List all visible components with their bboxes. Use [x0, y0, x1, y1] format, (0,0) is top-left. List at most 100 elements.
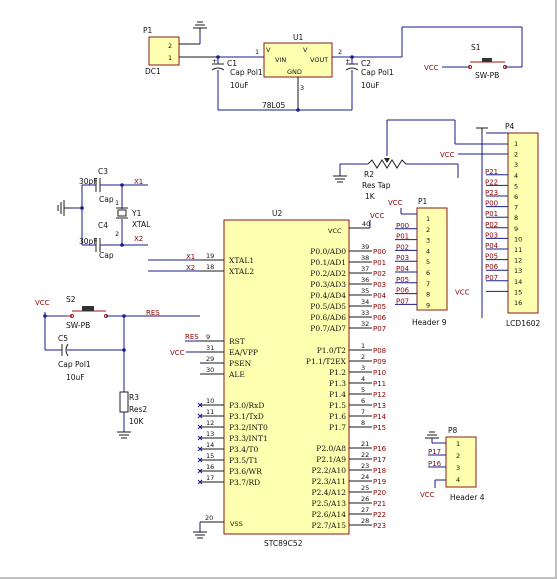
- p1-header-net: P03: [396, 254, 409, 262]
- p1-header-designator: P1: [418, 197, 428, 206]
- u2-vcc-label: VCC: [328, 227, 342, 235]
- y1-comment: XTAL: [132, 220, 151, 229]
- u2-left-net-label: X2: [186, 264, 195, 272]
- crystal-circuit: C3 30pF Cap C4 30pF Cap Y1 XTAL 1 2 X1 X…: [64, 167, 151, 260]
- u2-right-net-label: P23: [373, 522, 386, 530]
- y1-designator: Y1: [131, 209, 142, 218]
- p8-pin-number: 2: [456, 452, 460, 460]
- p4-pin-number: 9: [514, 225, 518, 233]
- u2-right-pin-number: 1: [361, 342, 365, 350]
- p4-pin-number: 5: [514, 182, 518, 190]
- u2-right-pin-number: 5: [361, 386, 365, 394]
- p8-net: P17: [428, 448, 441, 456]
- p1-header-pin-number: 2: [426, 226, 430, 234]
- p1-header-pin-number: 1: [426, 215, 430, 223]
- p1-header-pin-number: 7: [426, 280, 430, 288]
- p4-pin-number: 12: [514, 257, 522, 265]
- u2-left-pin-number: 14: [206, 441, 214, 449]
- u2-right-pin-name: P2.0/A8: [316, 444, 346, 453]
- p4-net: P00: [485, 200, 498, 208]
- u2-vss-label: VSS: [230, 520, 243, 528]
- c2-capacitor: + C2 Cap Pol1 10uF: [345, 57, 394, 110]
- u2-right-pin-number: 36: [361, 276, 369, 284]
- p4-pin-number: 2: [514, 151, 518, 159]
- ground-icon: [193, 21, 207, 34]
- p1-header-net: P04: [396, 265, 410, 273]
- p1-header-pin-number: 9: [426, 301, 430, 309]
- p4-pin-number: 16: [514, 299, 522, 307]
- u2-right-pin-number: 22: [361, 451, 369, 459]
- p8-header4: P8 Header 4 VCC 1 2 P17 3 P16 4: [420, 426, 485, 502]
- u2-left-pin-number: 30: [206, 366, 214, 374]
- p1-power-comment: DC1: [145, 67, 161, 76]
- u2-right-pin-number: 35: [361, 287, 369, 295]
- c1-designator: C1: [227, 59, 237, 68]
- u2-right-pin-name: P1.0/T2: [317, 346, 347, 355]
- u2-right-pin-number: 34: [361, 298, 369, 306]
- u2-right-net-label: P06: [373, 314, 387, 322]
- r3-designator: R3: [129, 393, 139, 402]
- r2-potentiometer: R2 Res Tap 1K VCC: [339, 119, 508, 201]
- u2-right-net-label: P11: [373, 380, 386, 388]
- p8-pin-number: 1: [456, 440, 460, 448]
- u2-right-net-label: P19: [373, 478, 386, 486]
- p4-pin-number: 3: [514, 161, 518, 169]
- u2-right-pin-number: 6: [361, 397, 365, 405]
- u2-right-net-label: P22: [373, 511, 386, 519]
- u2-right-net-label: P00: [373, 248, 386, 256]
- u2-left-pin-number: 10: [206, 397, 214, 405]
- u2-right-net-label: P05: [373, 303, 386, 311]
- u2-left-pin-name: RST: [229, 337, 245, 346]
- p1-power-pin-1: 1: [168, 54, 172, 62]
- reset-net-res: RES: [146, 309, 160, 317]
- u2-right-pin-number: 37: [361, 265, 369, 273]
- p8-comment: Header 4: [450, 493, 485, 502]
- u1-pin-1: 1: [255, 48, 259, 56]
- u2-right-pin-name: P0.5/AD5: [310, 302, 346, 311]
- schematic-sheet: P1 2 1 DC1 U1 V VIN V VOUT GND 1 2 3 78L…: [0, 0, 557, 579]
- p4-pin-number: 10: [514, 235, 522, 243]
- p4-lcd-connector: P4 LCD1602 1234P215P226P237P008P019P0210…: [455, 122, 541, 328]
- p4-net: P23: [485, 189, 498, 197]
- u2-right-pin-number: 25: [361, 484, 369, 492]
- u2-vcc-pin: 40: [362, 220, 370, 228]
- u2-right-pin-number: 26: [361, 495, 369, 503]
- svg-text:+: +: [212, 57, 217, 65]
- p4-pin-number: 8: [514, 214, 518, 222]
- p8-net: P16: [428, 460, 442, 468]
- p4-pin-number: 6: [514, 193, 518, 201]
- u2-right-pin-name: P2.7/A15: [312, 521, 347, 530]
- u2-right-net-label: P02: [373, 270, 386, 278]
- p4-comment: LCD1602: [506, 319, 541, 328]
- p1-header-net: P01: [396, 233, 409, 241]
- p4-net: P21: [485, 168, 498, 176]
- u2-left-net-label: RES: [185, 333, 199, 341]
- u2-right-net-label: P18: [373, 467, 386, 475]
- u2-left-pin-name: P3.5/T1: [229, 456, 258, 465]
- u2-left-pin-number: 18: [206, 263, 214, 271]
- u2-right-pin-name: P0.3/AD3: [310, 280, 346, 289]
- p1-header-pin-number: 3: [426, 237, 430, 245]
- svg-text:V: V: [303, 46, 308, 54]
- u2-right-net-label: P07: [373, 325, 386, 333]
- p4-net: P01: [485, 210, 498, 218]
- u2-left-pin-number: 12: [206, 419, 214, 427]
- c3-comment: Cap: [99, 195, 114, 204]
- u2-right-pin-number: 39: [361, 243, 369, 251]
- u2-right-net-label: P16: [373, 445, 387, 453]
- u1-pin-gnd: GND: [287, 68, 302, 76]
- svg-text:V: V: [266, 46, 271, 54]
- u2-right-pin-name: P1.4: [329, 390, 346, 399]
- u2-left-pin-name: P3.3/INT1: [229, 434, 268, 443]
- u2-right-pin-number: 23: [361, 462, 369, 470]
- u2-right-pin-name: P2.2/A10: [312, 466, 347, 475]
- u2-left-pin-number: 31: [206, 344, 214, 352]
- u2-left-pin-name: XTAL2: [229, 267, 254, 276]
- p1-header9: P1 Header 9 VCC 1 2 P00 3 P01 4 P02 5 P03 6 P04 7 P0…: [388, 197, 448, 327]
- u1-comment: 78L05: [262, 101, 285, 110]
- u2-right-net-label: P04: [373, 292, 387, 300]
- r2-designator: R2: [364, 170, 374, 179]
- u2-right-pin-number: 32: [361, 320, 369, 328]
- u2-left-pin-name: XTAL1: [229, 256, 254, 265]
- u2-right-pin-name: P1.2: [329, 368, 346, 377]
